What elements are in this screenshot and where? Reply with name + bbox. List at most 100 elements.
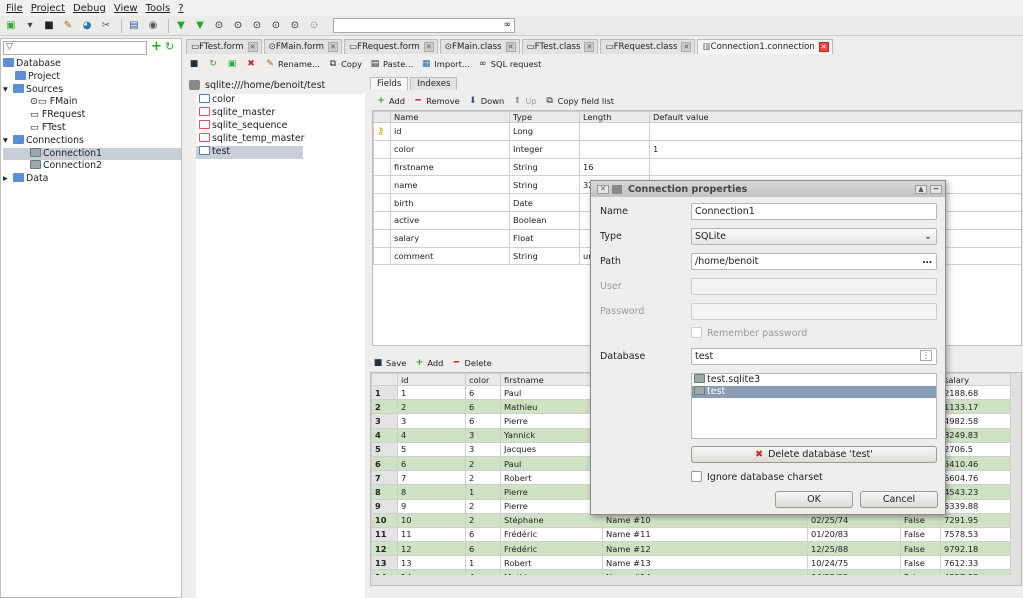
tools-icon[interactable]: ✂ xyxy=(98,19,114,33)
minimize-icon[interactable]: ▲ xyxy=(915,184,927,194)
refresh-icon[interactable]: ↻ xyxy=(165,41,174,53)
cancel-button[interactable]: Cancel xyxy=(860,491,938,508)
close-icon[interactable]: ✕ xyxy=(505,42,516,52)
grid-cell[interactable]: False xyxy=(900,512,941,528)
database-list-item-selected[interactable]: test xyxy=(692,386,936,398)
save-data-button[interactable]: ■ Save xyxy=(373,358,407,368)
grid-cell[interactable]: 6 xyxy=(465,526,501,543)
table-row[interactable]: 12 12 6 Frédéric Name #12 12/25/88 False 9792.1… xyxy=(371,541,1011,557)
tree-item-data[interactable]: ▸ Data xyxy=(3,173,181,186)
row-number[interactable]: 8 xyxy=(371,484,398,500)
collapse-arrow-icon[interactable]: ▸ xyxy=(3,173,13,186)
add-row-button[interactable]: + Add xyxy=(414,358,444,368)
rename-button[interactable]: ✎ Rename... xyxy=(265,59,320,69)
tab-frequest-class[interactable]: ▭ FRequest.class ✕ xyxy=(600,39,696,54)
col-header-firstname[interactable]: firstname xyxy=(500,373,603,386)
tree-item-connections[interactable]: ▾ Connections xyxy=(3,134,181,148)
menu-tools[interactable]: Tools xyxy=(146,3,171,14)
tree-item-fmain[interactable]: ⊙▭ FMain xyxy=(3,96,181,109)
tab-fmain-class[interactable]: ⊙ FMain.class ✕ xyxy=(439,39,520,54)
grid-cell[interactable]: False xyxy=(900,555,941,571)
col-header-name[interactable]: Name xyxy=(390,111,510,123)
path-field[interactable]: /home/benoit… xyxy=(691,253,937,270)
table-item-sqlite-master[interactable]: sqlite_master xyxy=(196,107,365,120)
grid-cell[interactable]: 2188.68 xyxy=(940,384,1011,401)
delete-row-button[interactable]: ━ Delete xyxy=(451,358,492,368)
col-header-default[interactable]: Default value xyxy=(649,111,1021,123)
grid-cell[interactable]: 01/20/83 xyxy=(807,526,901,543)
grid-cell[interactable]: 2 xyxy=(465,470,501,486)
name-field[interactable]: Connection1 xyxy=(691,203,937,220)
close-icon[interactable]: ✕ xyxy=(584,42,595,52)
remember-password-checkbox[interactable]: Remember password xyxy=(691,327,807,339)
grid-cell[interactable]: Stéphane xyxy=(500,512,603,528)
close-icon[interactable]: ✕ xyxy=(597,184,609,194)
stop-icon[interactable]: ⊙ xyxy=(249,19,265,33)
row-number[interactable]: 12 xyxy=(371,541,398,557)
grid-cell[interactable]: 1 xyxy=(465,484,501,500)
row-number[interactable]: 3 xyxy=(371,413,398,429)
database-list-item[interactable]: test.sqlite3 xyxy=(692,374,936,386)
grid-cell[interactable]: Frédéric xyxy=(500,541,603,557)
save-icon[interactable]: ■ xyxy=(189,59,199,69)
tab-ftest-class[interactable]: ▭ FTest.class ✕ xyxy=(521,39,599,54)
grid-cell[interactable]: False xyxy=(900,541,941,557)
new-icon[interactable]: ▣ xyxy=(3,19,19,33)
col-header-type[interactable]: Type xyxy=(509,111,580,123)
close-icon[interactable]: ✕ xyxy=(328,42,339,52)
grid-cell[interactable]: 4 xyxy=(397,427,466,443)
tab-indexes[interactable]: Indexes xyxy=(410,77,458,90)
grid-cell[interactable]: 8 xyxy=(397,484,466,500)
delete-icon[interactable]: ✖ xyxy=(246,59,256,69)
grid-cell[interactable]: 1 xyxy=(397,384,466,401)
row-number[interactable]: 11 xyxy=(371,526,398,543)
vertical-scrollbar[interactable] xyxy=(1011,373,1021,585)
expand-arrow-icon[interactable]: ▾ xyxy=(3,84,13,97)
tab-fmain-form[interactable]: ⊙ FMain.form ✕ xyxy=(263,39,343,54)
play-icon[interactable]: ⊙ xyxy=(211,19,227,33)
col-header-color[interactable]: color xyxy=(465,373,501,386)
menu-project[interactable]: Project xyxy=(31,3,65,14)
ignore-charset-checkbox[interactable]: Ignore database charset xyxy=(691,471,823,483)
grid-cell[interactable]: Name #13 xyxy=(602,555,808,571)
table-item-test[interactable]: test xyxy=(196,146,303,159)
step-over-icon[interactable]: ⊙ xyxy=(287,19,303,33)
move-down-button[interactable]: ⬇ Down xyxy=(468,96,504,106)
tree-item-ftest[interactable]: ▭ FTest xyxy=(3,122,181,135)
table-row[interactable]: 10 10 2 Stéphane Name #10 02/25/74 False 7291.9… xyxy=(371,512,1011,528)
grid-cell[interactable]: 1 xyxy=(465,555,501,571)
type-select[interactable]: SQLite ⌄ xyxy=(691,228,937,245)
grid-cell[interactable]: Pierre xyxy=(500,413,603,429)
copy-button[interactable]: ⧉ Copy xyxy=(328,59,362,69)
grid-cell[interactable]: Name #10 xyxy=(602,512,808,528)
move-up-button[interactable]: ⬆ Up xyxy=(512,96,536,106)
row-number[interactable]: 6 xyxy=(371,455,398,472)
grid-cell[interactable]: 2 xyxy=(465,455,501,472)
grid-cell[interactable]: 3 xyxy=(397,413,466,429)
tab-frequest-form[interactable]: ▭ FRequest.form ✕ xyxy=(344,39,438,54)
grid-cell[interactable]: 6 xyxy=(397,455,466,472)
grid-cell[interactable]: 2 xyxy=(465,512,501,528)
browse-icon[interactable]: … xyxy=(923,255,933,266)
binoculars-icon[interactable]: ∞ xyxy=(504,20,512,30)
field-row[interactable]: color Integer 1 xyxy=(373,139,1021,159)
search-input[interactable]: ∞ xyxy=(333,18,515,33)
grid-cell[interactable]: 7612.33 xyxy=(940,555,1011,571)
add-field-button[interactable]: + Add xyxy=(376,96,405,106)
close-icon[interactable]: ✕ xyxy=(423,42,434,52)
grid-cell[interactable]: Name #11 xyxy=(602,526,808,543)
edit-icon[interactable]: ✎ xyxy=(60,19,76,33)
copy-field-list-button[interactable]: ⧉ Copy field list xyxy=(545,96,614,106)
add-icon[interactable]: + xyxy=(151,40,162,53)
grid-cell[interactable]: Pierre xyxy=(500,484,603,500)
row-number[interactable]: 10 xyxy=(371,512,398,528)
grid-cell[interactable]: 7578.53 xyxy=(940,526,1011,543)
tree-item-connection1[interactable]: Connection1 xyxy=(3,147,181,161)
row-number[interactable]: 13 xyxy=(371,555,398,571)
table-item-sqlite-temp-master[interactable]: sqlite_temp_master xyxy=(196,133,365,146)
grid-cell[interactable]: 2706.5 xyxy=(940,441,1011,457)
close-icon[interactable]: ✕ xyxy=(247,42,258,52)
grid-cell[interactable]: 7291.95 xyxy=(940,512,1011,528)
grid-cell[interactable]: 4982.58 xyxy=(940,413,1011,429)
grid-cell[interactable]: 10/24/75 xyxy=(807,555,901,571)
